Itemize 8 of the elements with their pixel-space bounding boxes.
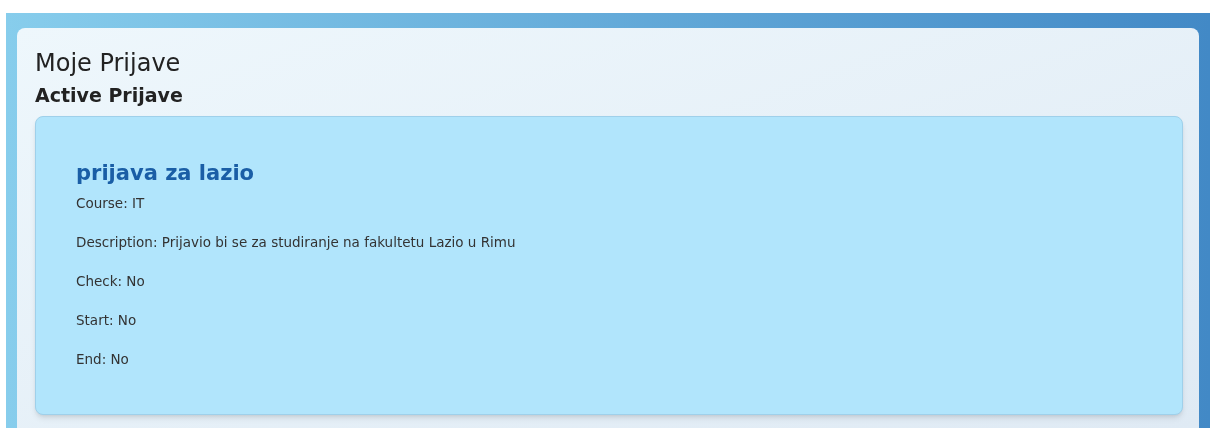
section-title: Active Prijave: [35, 83, 183, 108]
application-detail: Course: IT: [76, 194, 145, 213]
page-title: Moje Prijave: [35, 48, 181, 78]
application-detail: Check: No: [76, 272, 145, 291]
application-detail: Start: No: [76, 311, 137, 330]
application-detail: End: No: [76, 350, 129, 369]
application-title: prijava za lazio: [76, 160, 255, 187]
application-detail: Description: Prijavio bi se za studiranje na fakultetu Lazio u Rimu: [76, 233, 516, 252]
